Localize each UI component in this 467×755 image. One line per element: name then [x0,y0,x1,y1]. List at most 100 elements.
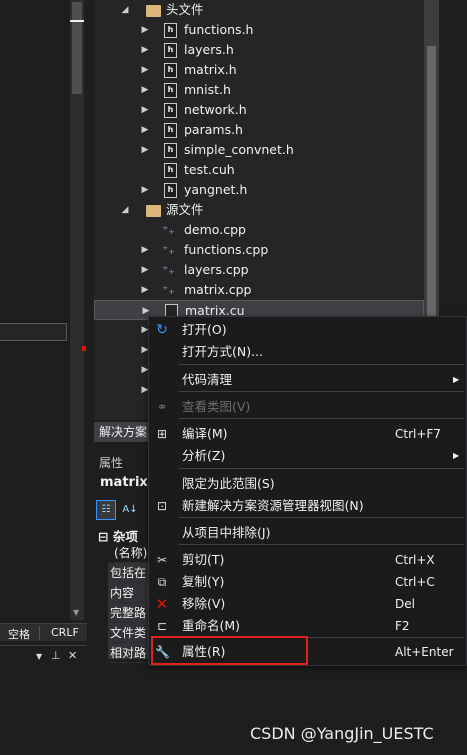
expand-arrow-icon[interactable]: ▶ [140,120,150,140]
cpp-file-icon: ⁺₊ [162,223,175,237]
sort-alphabetical-icon[interactable]: A↓ [120,500,140,520]
dropdown-arrow-icon[interactable]: ▼ [36,652,42,661]
tree-item-file[interactable]: ▶ h network.h [94,100,424,120]
categorized-view-icon[interactable]: ☷ [96,500,116,520]
tree-item-file[interactable]: ▶ h simple_convnet.h [94,140,424,160]
status-separator [39,626,40,640]
file-label: functions.h [184,22,254,37]
expand-arrow-icon[interactable]: ▶ [140,60,150,80]
tree-item-file[interactable]: ▶ h functions.h [94,20,424,40]
tree-item-file[interactable]: ▶ ⁺₊ functions.cpp [94,240,424,260]
menu-separator [179,364,464,365]
context-menu-item[interactable]: ⚭ 查看类图(V) [149,396,466,418]
properties-category-label: 杂项 [112,529,138,544]
property-name[interactable]: 相对路 [110,643,150,663]
collapse-arrow-icon[interactable]: ◢ [120,200,130,220]
bottom-tool-window-header: ▼ ⊥ ✕ [0,645,87,667]
context-menu-item-shortcut: Ctrl+X [395,553,435,567]
tree-item-file[interactable]: h test.cuh [94,160,424,180]
properties-toolbar: ☷ A↓ [96,500,148,522]
context-menu-item[interactable]: 限定为此范围(S) [149,473,466,495]
context-menu-item-shortcut: F2 [395,619,410,633]
folder-header-files[interactable]: ◢ 头文件 [94,0,424,20]
menu-separator [179,468,464,469]
file-label: demo.cpp [184,222,246,237]
header-file-icon: h [164,63,177,78]
folder-source-files[interactable]: ◢ 源文件 [94,200,424,220]
cut-icon: ✂ [156,553,168,567]
tree-item-file[interactable]: ▶ h mnist.h [94,80,424,100]
expand-arrow-icon[interactable]: ▶ [140,140,150,160]
context-menu-item[interactable]: ⧉ 复制(Y) Ctrl+C [149,571,466,593]
context-menu-item[interactable]: ⊏ 重命名(M) F2 [149,615,466,637]
submenu-arrow-icon: ▶ [453,375,460,384]
file-label: layers.cpp [184,262,249,277]
property-name[interactable]: 包括在 [110,563,150,583]
context-menu-item-label: 从项目中排除(J) [182,525,271,540]
context-menu-item-label: 编译(M) [182,426,228,441]
header-file-icon: h [164,143,177,158]
context-menu-item[interactable]: ⊡ 新建解决方案资源管理器视图(N) [149,495,466,517]
pin-icon[interactable]: ⊥ [51,649,61,662]
context-menu-item-label: 打开方式(N)... [182,344,264,359]
folder-icon [146,5,161,17]
expand-arrow-icon[interactable]: ▶ [140,260,150,280]
file-label: matrix.cpp [184,282,252,297]
context-menu-item[interactable]: ✂ 剪切(T) Ctrl+X [149,549,466,571]
expand-arrow-icon[interactable]: ▶ [140,180,150,200]
context-menu-item[interactable]: 代码清理 ▶ [149,369,466,391]
expand-arrow-icon[interactable]: ▶ [140,80,150,100]
expand-arrow-icon[interactable]: ▶ [140,100,150,120]
close-icon[interactable]: ✕ [68,649,77,662]
context-menu-item[interactable]: 分析(Z) ▶ [149,445,466,467]
context-menu-item[interactable]: ✕ 移除(V) Del [149,593,466,615]
header-file-icon: h [164,183,177,198]
context-menu-item[interactable]: 打开方式(N)... [149,341,466,363]
context-menu-item[interactable]: ⊞ 编译(M) Ctrl+F7 [149,423,466,445]
collapse-arrow-icon[interactable]: ◢ [120,0,130,20]
tree-item-file[interactable]: ⁺₊ demo.cpp [94,220,424,240]
status-line-ending[interactable]: CRLF [51,626,79,639]
header-file-icon: h [164,123,177,138]
context-menu-item-shortcut: Del [395,597,415,611]
expand-arrow-icon[interactable]: ▶ [140,280,150,300]
folder-label: 源文件 [166,202,204,217]
expand-arrow-icon[interactable]: ▶ [140,240,150,260]
scrollbar-error-marker [82,346,86,351]
expand-arrow-icon[interactable]: ▶ [140,40,150,60]
scrollbar-caret-marker [70,20,84,22]
editor-scrollbar-thumb[interactable] [72,2,82,94]
cpp-file-icon: ⁺₊ [162,243,175,257]
property-name[interactable]: 内容 [110,583,150,603]
tree-item-file[interactable]: ▶ ⁺₊ matrix.cpp [94,280,424,300]
context-menu-item-label: 移除(V) [182,596,226,611]
tab-solution-explorer[interactable]: 解决方案 [94,422,150,442]
submenu-arrow-icon: ▶ [453,451,460,460]
context-menu-item-label: 重命名(M) [182,618,241,633]
tree-item-file[interactable]: ▶ h params.h [94,120,424,140]
context-menu-item-label: 分析(Z) [182,448,226,463]
tree-item-file[interactable]: ▶ h matrix.h [94,60,424,80]
file-label: network.h [184,102,247,117]
tree-item-file[interactable]: ▶ h yangnet.h [94,180,424,200]
file-label: params.h [184,122,243,137]
property-name[interactable]: 文件类 [110,623,150,643]
file-label: mnist.h [184,82,231,97]
context-menu-item-label: 查看类图(V) [182,399,251,414]
tree-item-file[interactable]: ▶ ⁺₊ layers.cpp [94,260,424,280]
header-file-icon: h [164,103,177,118]
context-menu-item-label: 新建解决方案资源管理器视图(N) [182,498,364,513]
status-spaces[interactable]: 空格 [8,626,30,642]
context-menu-item[interactable]: 从项目中排除(J) [149,522,466,544]
editor-input[interactable] [0,323,67,341]
property-name[interactable]: 完整路 [110,603,150,623]
file-label: layers.h [184,42,234,57]
file-label: simple_convnet.h [184,142,294,157]
scroll-down-arrow-icon[interactable]: ▼ [73,608,79,617]
new-view-icon: ⊡ [156,499,168,513]
context-menu-item-shortcut: Ctrl+C [395,575,435,589]
context-menu-item-label: 代码清理 [182,372,233,387]
expand-arrow-icon[interactable]: ▶ [140,20,150,40]
context-menu-item[interactable]: ↻ 打开(O) [149,319,466,341]
tree-item-file[interactable]: ▶ h layers.h [94,40,424,60]
